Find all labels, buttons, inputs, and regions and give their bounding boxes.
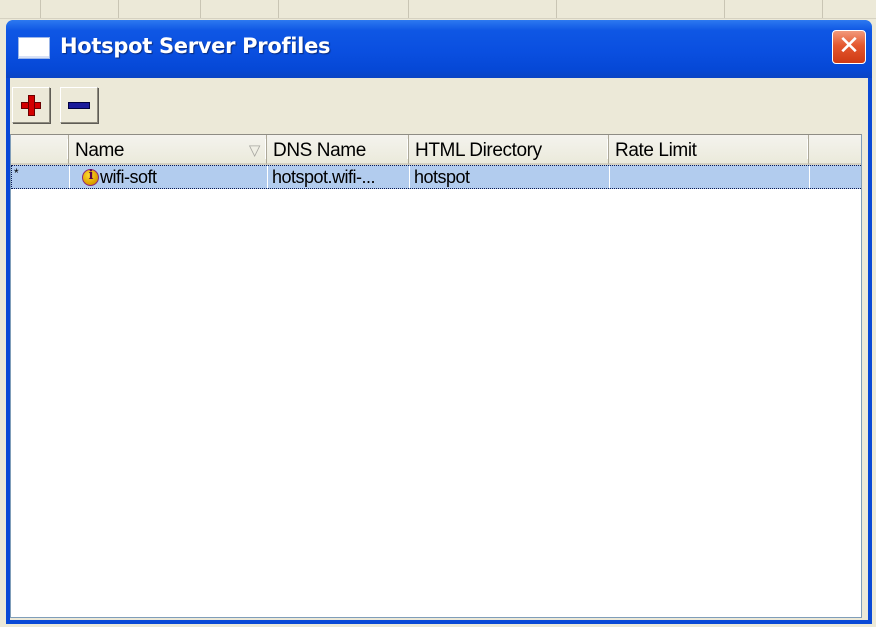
column-header-html-directory[interactable]: HTML Directory — [409, 135, 609, 165]
column-header-name[interactable]: Name ▽ — [69, 135, 267, 165]
hotspot-server-profiles-window: Hotspot Server Profiles ✕ Name ▽ DNS Nam… — [6, 20, 872, 624]
background-window-strip — [0, 0, 876, 19]
row-flag: * — [12, 166, 70, 188]
column-header-rate-limit[interactable]: Rate Limit — [609, 135, 809, 165]
toolbar — [12, 80, 866, 124]
close-button[interactable]: ✕ — [832, 30, 866, 64]
title-bar[interactable]: Hotspot Server Profiles ✕ — [6, 20, 872, 78]
add-button[interactable] — [12, 87, 50, 123]
row-html-directory: hotspot — [410, 166, 610, 188]
row-name: wifi-soft — [100, 166, 268, 188]
window-client-area: Name ▽ DNS Name HTML Directory Rate Limi… — [10, 78, 868, 620]
window-title: Hotspot Server Profiles — [60, 34, 331, 58]
column-header-flag[interactable] — [11, 135, 69, 165]
minus-icon — [68, 102, 90, 109]
sort-descending-icon: ▽ — [248, 142, 261, 159]
table-header: Name ▽ DNS Name HTML Directory Rate Limi… — [11, 135, 861, 165]
info-icon: i — [82, 168, 99, 186]
row-dns-name: hotspot.wifi-... — [268, 166, 410, 188]
row-rate-limit — [610, 166, 810, 188]
window-icon — [18, 37, 50, 59]
column-header-name-label: Name — [75, 140, 125, 161]
column-header-filler — [809, 135, 861, 165]
column-header-dns-name[interactable]: DNS Name — [267, 135, 409, 165]
table-row[interactable]: * i wifi-soft hotspot.wifi-... hotspot — [11, 165, 861, 189]
remove-button[interactable] — [60, 87, 98, 123]
profiles-table[interactable]: Name ▽ DNS Name HTML Directory Rate Limi… — [10, 134, 862, 618]
row-filler — [810, 166, 861, 188]
